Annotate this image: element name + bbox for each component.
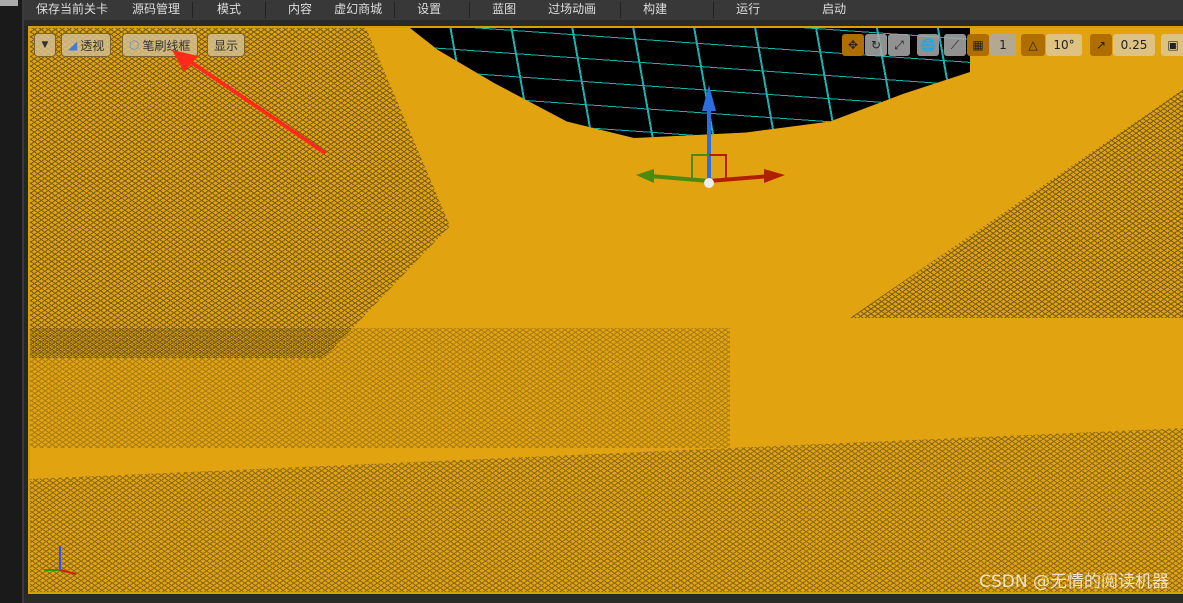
launch-button[interactable]: 启动: [810, 0, 858, 20]
perspective-label: 透视: [80, 38, 105, 53]
transform-gizmo: [636, 85, 785, 188]
scale-snap-label: 0.25: [1120, 38, 1148, 52]
translate-tool-button[interactable]: ✥: [842, 34, 864, 56]
scale-snap-icon: ↗: [1095, 38, 1107, 52]
build-button[interactable]: 构建: [621, 0, 713, 20]
scale-tool-button[interactable]: ⤢: [888, 34, 910, 56]
scale-snap-value[interactable]: 0.25: [1113, 34, 1155, 56]
scale-snap-toggle[interactable]: ↗: [1090, 34, 1112, 56]
grid-snap-toggle[interactable]: ▦: [967, 34, 989, 56]
modes-button[interactable]: 模式: [193, 0, 265, 20]
perspective-icon: ◢: [68, 38, 78, 52]
left-panel: [0, 0, 24, 603]
cinematics-button[interactable]: 过场动画: [536, 0, 620, 20]
marketplace-button[interactable]: 虚幻商城: [322, 0, 394, 20]
camera-speed-button[interactable]: ▣: [1161, 34, 1183, 56]
perspective-button[interactable]: ◢ 透视: [61, 33, 112, 57]
world-local-button[interactable]: 🌐: [917, 34, 939, 56]
panel-tab[interactable]: [0, 0, 18, 6]
angle-icon: △: [1028, 38, 1038, 52]
save-level-button[interactable]: 保存当前关卡: [24, 0, 120, 20]
rotate-tool-button[interactable]: ↻: [865, 34, 887, 56]
terrain-wireframe: [30, 328, 730, 448]
x-axis-arrow[interactable]: [708, 174, 771, 183]
source-control-button[interactable]: 源码管理: [120, 0, 192, 20]
surface-snap-button[interactable]: ⟋: [944, 34, 966, 56]
rotate-icon: ↻: [870, 38, 882, 52]
rotation-snap-value[interactable]: 10°: [1046, 34, 1082, 56]
chevron-down-icon: ▼: [41, 40, 49, 50]
settings-button[interactable]: 设置: [395, 0, 469, 20]
terrain-wireframe: [850, 88, 1183, 318]
globe-icon: 🌐: [920, 38, 936, 52]
surface-snap-icon: ⟋: [950, 37, 960, 52]
annotation-arrow: [172, 50, 327, 155]
viewport-options-button[interactable]: ▼: [34, 33, 56, 57]
level-viewport[interactable]: ▼ ◢ 透视 ⬡ 笔刷线框 显示 ✥ ↻ ⤢ 🌐 ⟋ ▦ 1 △ 10° ↗ 0.2…: [28, 26, 1183, 594]
camera-icon: ▣: [1167, 38, 1179, 52]
grid-icon: ▦: [972, 38, 984, 52]
scale-icon: ⤢: [894, 37, 904, 52]
toolbar: 保存当前关卡 源码管理 模式 内容 虚幻商城 设置 蓝图 过场动画 构建 运行 …: [24, 0, 1183, 20]
grid-snap-label: 1: [999, 38, 1007, 52]
move-icon: ✥: [847, 38, 859, 52]
cube-icon: ⬡: [129, 38, 140, 52]
blueprints-button[interactable]: 蓝图: [470, 0, 536, 20]
status-strip: [24, 594, 1183, 603]
y-axis-arrow[interactable]: [649, 174, 710, 183]
play-button[interactable]: 运行: [714, 0, 810, 20]
grid-snap-value[interactable]: 1: [990, 34, 1016, 56]
content-button[interactable]: 内容: [266, 0, 322, 20]
watermark: CSDN @无情的阅读机器: [979, 572, 1169, 592]
axis-indicator: [44, 546, 77, 575]
rotation-snap-label: 10°: [1053, 38, 1075, 52]
rotation-snap-toggle[interactable]: △: [1021, 34, 1045, 56]
